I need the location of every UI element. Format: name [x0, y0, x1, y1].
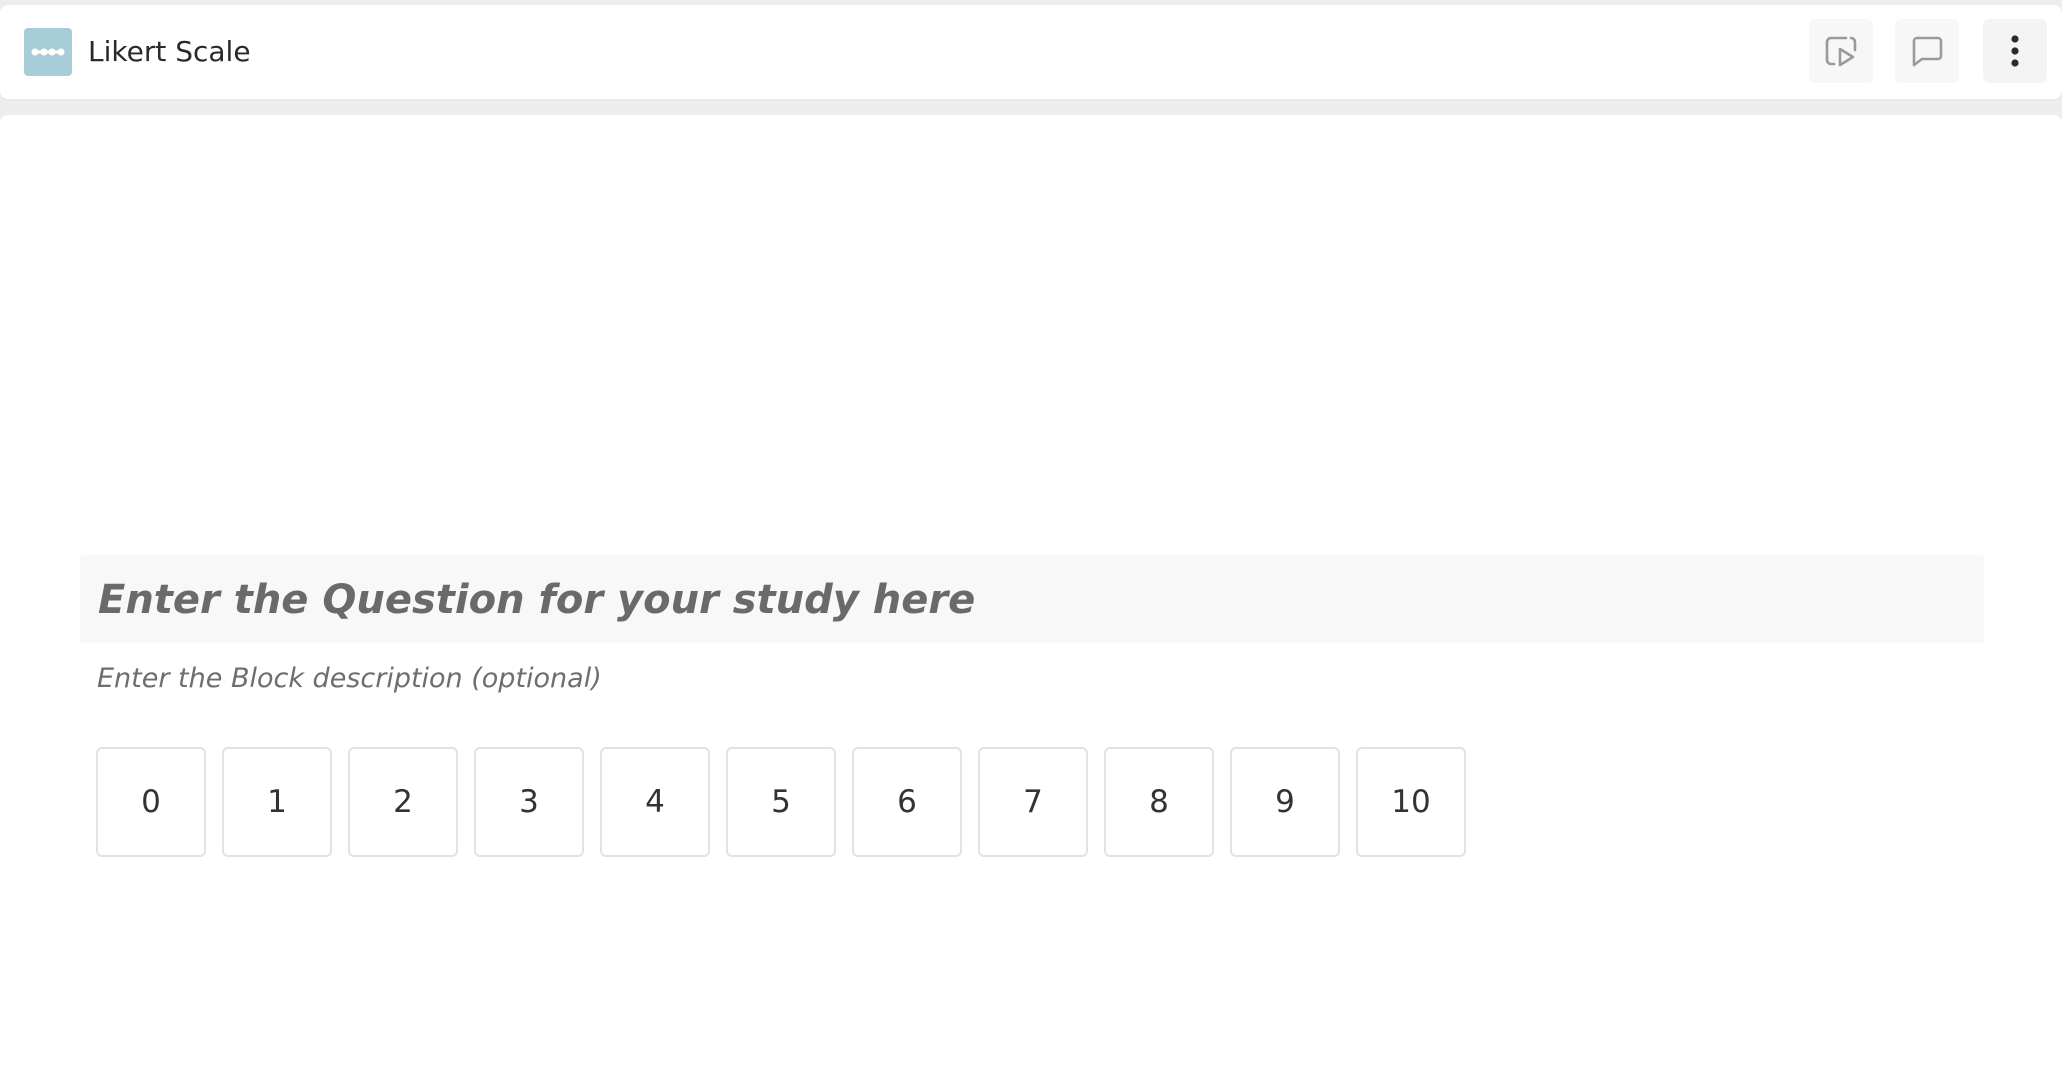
scale-option-5[interactable]: 5	[726, 747, 836, 857]
question-input[interactable]: Enter the Question for your study here	[80, 555, 1984, 643]
scale-option-4[interactable]: 4	[600, 747, 710, 857]
scale-option-1[interactable]: 1	[222, 747, 332, 857]
likert-scale-options: 0 1 2 3 4 5 6 7 8 9 10	[96, 747, 1466, 857]
preview-button[interactable]	[1809, 19, 1873, 83]
scale-option-0[interactable]: 0	[96, 747, 206, 857]
scale-option-7[interactable]: 7	[978, 747, 1088, 857]
scale-option-2[interactable]: 2	[348, 747, 458, 857]
comment-button[interactable]	[1895, 19, 1959, 83]
scale-option-8[interactable]: 8	[1104, 747, 1214, 857]
play-preview-icon	[1825, 36, 1857, 67]
scale-option-9[interactable]: 9	[1230, 747, 1340, 857]
description-input[interactable]: Enter the Block description (optional)	[97, 662, 602, 696]
block-canvas: Enter the Question for your study here E…	[0, 115, 2062, 1082]
more-options-button[interactable]	[1983, 19, 2047, 83]
scale-option-10[interactable]: 10	[1356, 747, 1466, 857]
block-title: Likert Scale	[88, 35, 251, 68]
likert-scale-icon	[24, 28, 72, 76]
scale-option-3[interactable]: 3	[474, 747, 584, 857]
vertical-dots-icon	[2011, 35, 2019, 67]
question-placeholder: Enter the Question for your study here	[98, 577, 976, 623]
scale-option-6[interactable]: 6	[852, 747, 962, 857]
comment-icon	[1912, 36, 1943, 67]
block-header: Likert Scale	[0, 5, 2062, 99]
